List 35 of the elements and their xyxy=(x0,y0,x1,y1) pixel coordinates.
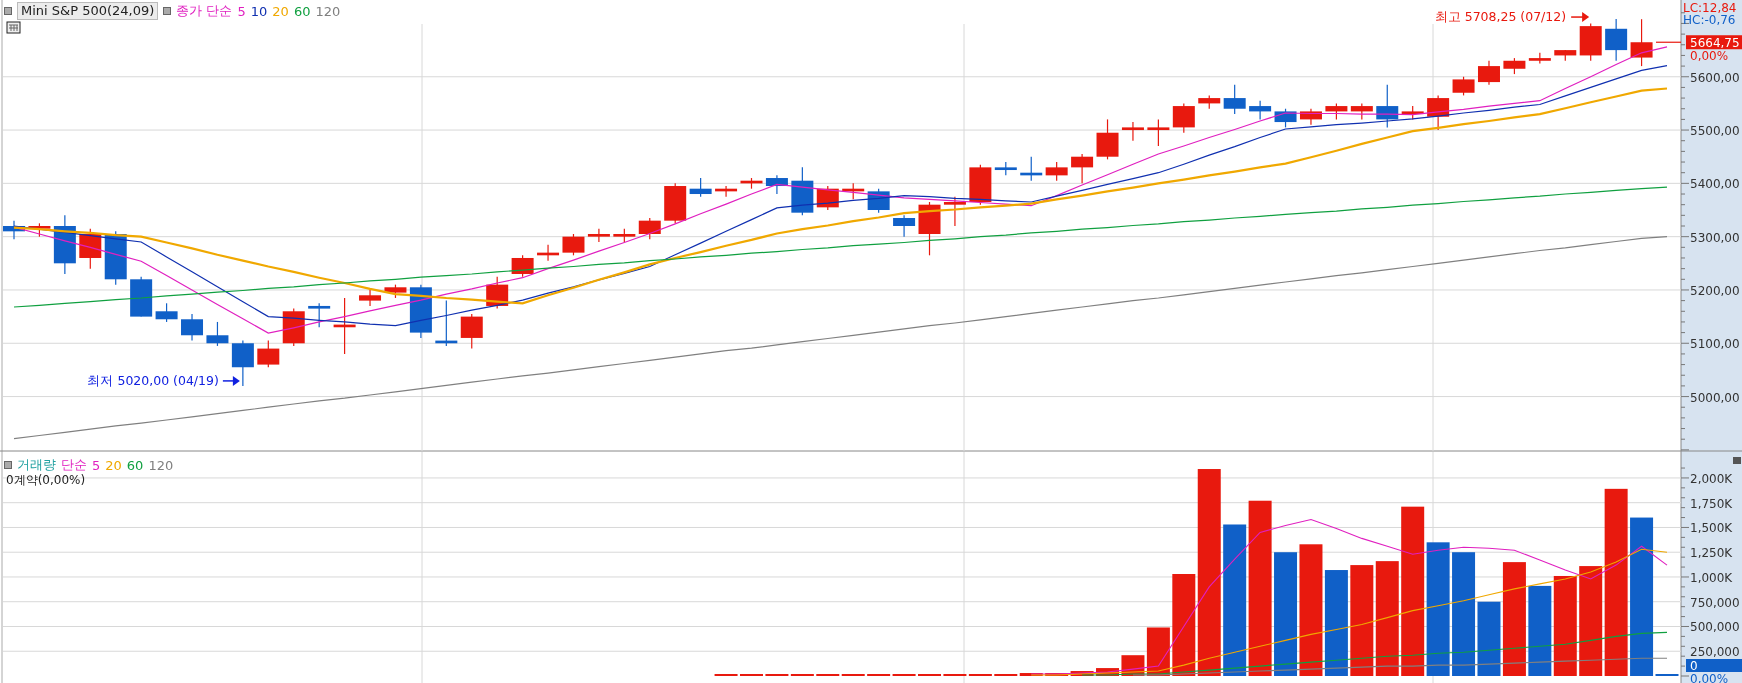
period-label: 60 xyxy=(126,457,144,473)
axis-label: 5400,00 xyxy=(1690,177,1740,192)
period-label: 5 xyxy=(92,457,101,473)
price-annotation: 최고 5708,25 (07/12) xyxy=(1434,9,1567,25)
axis-label: 250,000 xyxy=(1690,645,1740,660)
period-label: 20 xyxy=(272,3,289,19)
volume-status: 0계약(0,00%) xyxy=(6,472,86,489)
axis-label: 1,000K xyxy=(1690,570,1733,585)
period-label: 120 xyxy=(148,457,174,473)
axis-label: 5300,00 xyxy=(1690,230,1740,245)
axis-label: 500,000 xyxy=(1690,620,1740,635)
axis-label: 5200,00 xyxy=(1690,283,1740,298)
axis-label: 5600,00 xyxy=(1690,70,1740,85)
axis-label: 5500,00 xyxy=(1690,124,1740,139)
indicator-label: 거래량 xyxy=(17,456,56,474)
price-tag: 5664,75 xyxy=(1686,35,1742,51)
period-label: 20 xyxy=(105,457,122,473)
axis-label: 1,750K xyxy=(1690,496,1733,511)
axis-label: 1,500K xyxy=(1690,521,1733,536)
axis-label: 1,250K xyxy=(1690,546,1733,561)
price-annotation: 최저 5020,00 (04/19) xyxy=(87,372,219,388)
volume-tag: 0 xyxy=(1686,659,1742,673)
hc-readout: HC:-0,76 xyxy=(1683,13,1736,27)
axis-label: 5100,00 xyxy=(1690,337,1740,352)
axis-label: 750,000 xyxy=(1690,595,1740,610)
method-label: 단순 xyxy=(61,456,87,474)
period-label: 10 xyxy=(250,3,268,19)
period-label: 5 xyxy=(237,3,246,19)
axis-label: 5000,00 xyxy=(1690,390,1740,405)
axis-label: 2,000K xyxy=(1690,471,1733,486)
period-label: 60 xyxy=(293,3,311,19)
lc-readout: LC:12,84 xyxy=(1683,1,1737,15)
indicator-label: 종가 단순 xyxy=(176,2,233,20)
period-label: 120 xyxy=(315,3,341,19)
change-readout: 0,00% xyxy=(1690,49,1729,64)
